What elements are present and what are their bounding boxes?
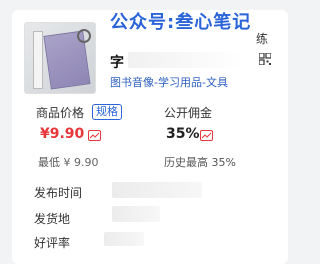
- thumbnail-spine: [33, 31, 43, 89]
- min-price-value: ¥ 9.90: [63, 156, 99, 169]
- commission-label: 公开佣金: [164, 106, 213, 120]
- price-trend-icon[interactable]: [88, 130, 101, 141]
- title-redaction: [128, 52, 244, 68]
- rating-redaction: [104, 232, 144, 246]
- thumbnail-clip: [77, 29, 91, 43]
- history-commission-label: 历史最高: [164, 156, 208, 169]
- origin-label: 发货地: [34, 212, 71, 226]
- commission-trend-icon[interactable]: [200, 130, 213, 141]
- commission-value: 35%: [166, 126, 200, 142]
- min-price: 最低 ¥ 9.90: [38, 154, 99, 170]
- product-thumbnail[interactable]: [24, 22, 96, 94]
- publish-time-redaction: [112, 182, 202, 198]
- origin-redaction: [112, 206, 160, 222]
- product-title-start: 字: [110, 55, 124, 71]
- watermark-text: 公众号:叁心笔记: [110, 12, 252, 33]
- product-title-tail: 练: [256, 32, 269, 46]
- price-label: 商品价格: [36, 106, 85, 120]
- qr-code-icon[interactable]: [259, 53, 271, 65]
- history-commission-value: 35%: [211, 156, 236, 169]
- spec-tag-button[interactable]: 规格: [92, 104, 122, 120]
- min-price-label: 最低: [38, 156, 60, 169]
- rating-label: 好评率: [34, 236, 71, 250]
- price-value: ¥9.90: [40, 126, 85, 142]
- history-commission: 历史最高 35%: [164, 154, 236, 170]
- product-category[interactable]: 图书音像-学习用品-文具: [110, 74, 228, 90]
- publish-time-label: 发布时间: [34, 186, 83, 200]
